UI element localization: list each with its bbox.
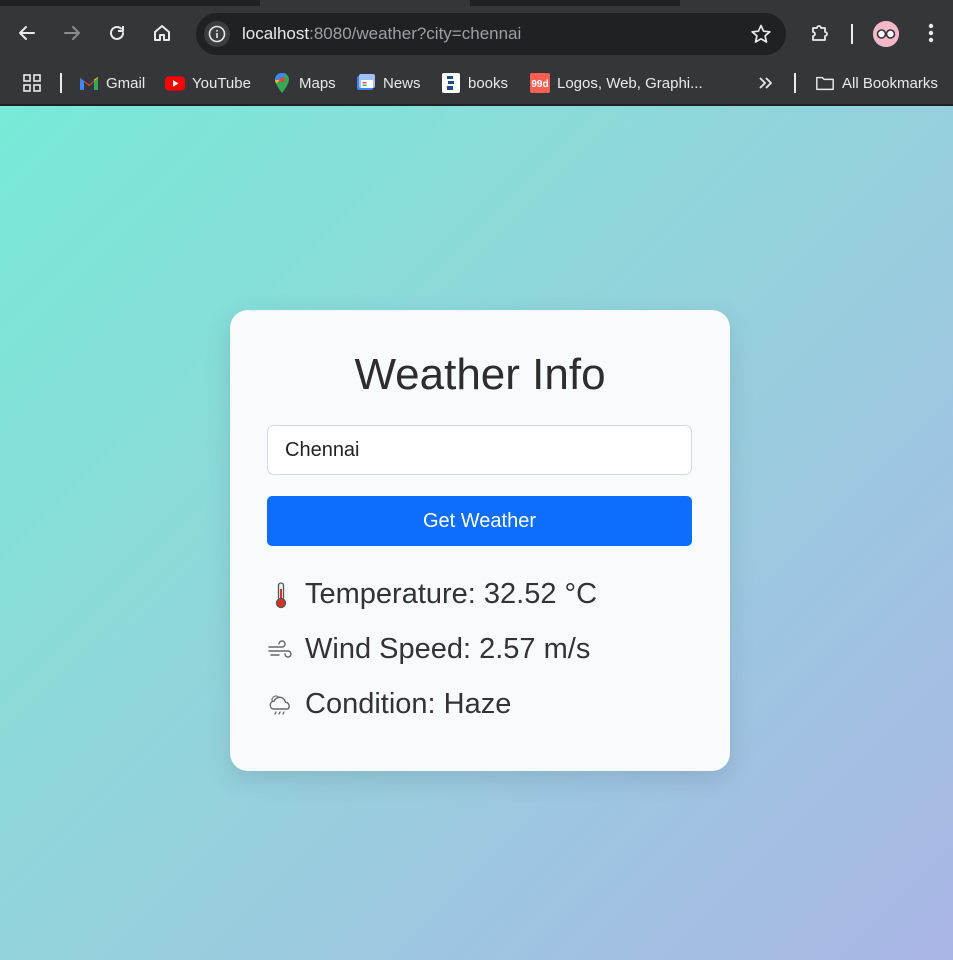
temperature-row: Temperature: 32.52 °C	[267, 578, 597, 611]
site-info-icon[interactable]	[204, 21, 230, 47]
svg-text:99d: 99d	[531, 79, 548, 90]
url-host: localhost	[242, 24, 310, 43]
reload-icon	[110, 25, 124, 40]
puzzle-icon	[812, 25, 828, 41]
reload-button[interactable]	[100, 16, 134, 50]
condition-row: Condition: Haze	[267, 688, 511, 721]
home-button[interactable]	[145, 16, 179, 50]
cloud-rain-icon	[267, 691, 295, 719]
books-icon	[441, 73, 461, 93]
bookmark-books[interactable]: books	[441, 70, 508, 96]
bookmark-label: Logos, Web, Graphi...	[557, 74, 703, 92]
bookmark-label: Gmail	[106, 74, 146, 92]
more-bookmarks-button[interactable]	[757, 70, 773, 96]
toolbar-divider	[851, 24, 853, 44]
thermometer-icon	[267, 581, 295, 609]
address-bar[interactable]: localhost:8080/weather?city=chennai	[196, 13, 786, 55]
99designs-icon: 99d	[530, 73, 550, 93]
bookmarks-bar: Gmail YouTube Maps News books 99d Logos,…	[0, 62, 953, 105]
condition-text: Condition: Haze	[305, 688, 512, 720]
glasses-icon	[873, 21, 899, 47]
bookmark-star-icon[interactable]	[750, 23, 772, 50]
bookmark-label: books	[468, 74, 509, 92]
browser-toolbar: localhost:8080/weather?city=chennai	[0, 6, 953, 62]
bookmark-news[interactable]: News	[356, 70, 421, 96]
url-path: :8080/weather?city=chennai	[309, 24, 522, 43]
map-pin-icon	[272, 73, 292, 93]
bookmark-label: YouTube	[192, 74, 251, 92]
bookmark-label: News	[383, 74, 421, 92]
bookmarks-divider	[794, 73, 796, 93]
apps-button[interactable]	[22, 70, 42, 96]
all-bookmarks-button[interactable]: All Bookmarks	[815, 70, 938, 96]
chevron-double-right-icon	[759, 77, 772, 89]
bookmark-youtube[interactable]: YouTube	[165, 70, 251, 96]
youtube-icon	[165, 73, 185, 93]
extensions-button[interactable]	[803, 16, 837, 50]
folder-icon	[815, 73, 835, 93]
back-button[interactable]	[10, 16, 44, 50]
temperature-text: Temperature: 32.52 °C	[305, 578, 598, 610]
get-weather-button[interactable]: Get Weather	[267, 496, 692, 546]
wind-row: Wind Speed: 2.57 m/s	[267, 633, 590, 666]
wind-speed-text: Wind Speed: 2.57 m/s	[305, 633, 591, 665]
news-icon	[356, 73, 376, 93]
all-bookmarks-label: All Bookmarks	[842, 74, 938, 92]
bookmark-gmail[interactable]: Gmail	[79, 70, 145, 96]
page-viewport: Weather Info Get Weather Temperature: 32…	[0, 106, 953, 960]
apps-grid-icon	[23, 74, 41, 92]
weather-card: Weather Info Get Weather Temperature: 32…	[230, 310, 730, 771]
bookmark-logos[interactable]: 99d Logos, Web, Graphi...	[530, 70, 703, 96]
gmail-icon	[79, 73, 99, 93]
kebab-menu-icon	[928, 23, 934, 43]
url-text[interactable]: localhost:8080/weather?city=chennai	[242, 24, 521, 44]
bookmarks-divider	[60, 73, 62, 93]
profile-avatar[interactable]	[873, 21, 899, 47]
bookmark-label: Maps	[299, 74, 336, 92]
bookmark-maps[interactable]: Maps	[272, 70, 336, 96]
city-input[interactable]	[267, 425, 692, 475]
browser-menu-button[interactable]	[914, 16, 948, 50]
page-title: Weather Info	[354, 350, 606, 399]
home-icon	[154, 25, 170, 41]
arrow-left-icon	[19, 26, 35, 40]
wind-icon	[267, 636, 295, 664]
forward-button[interactable]	[55, 16, 89, 50]
arrow-right-icon	[64, 26, 80, 40]
